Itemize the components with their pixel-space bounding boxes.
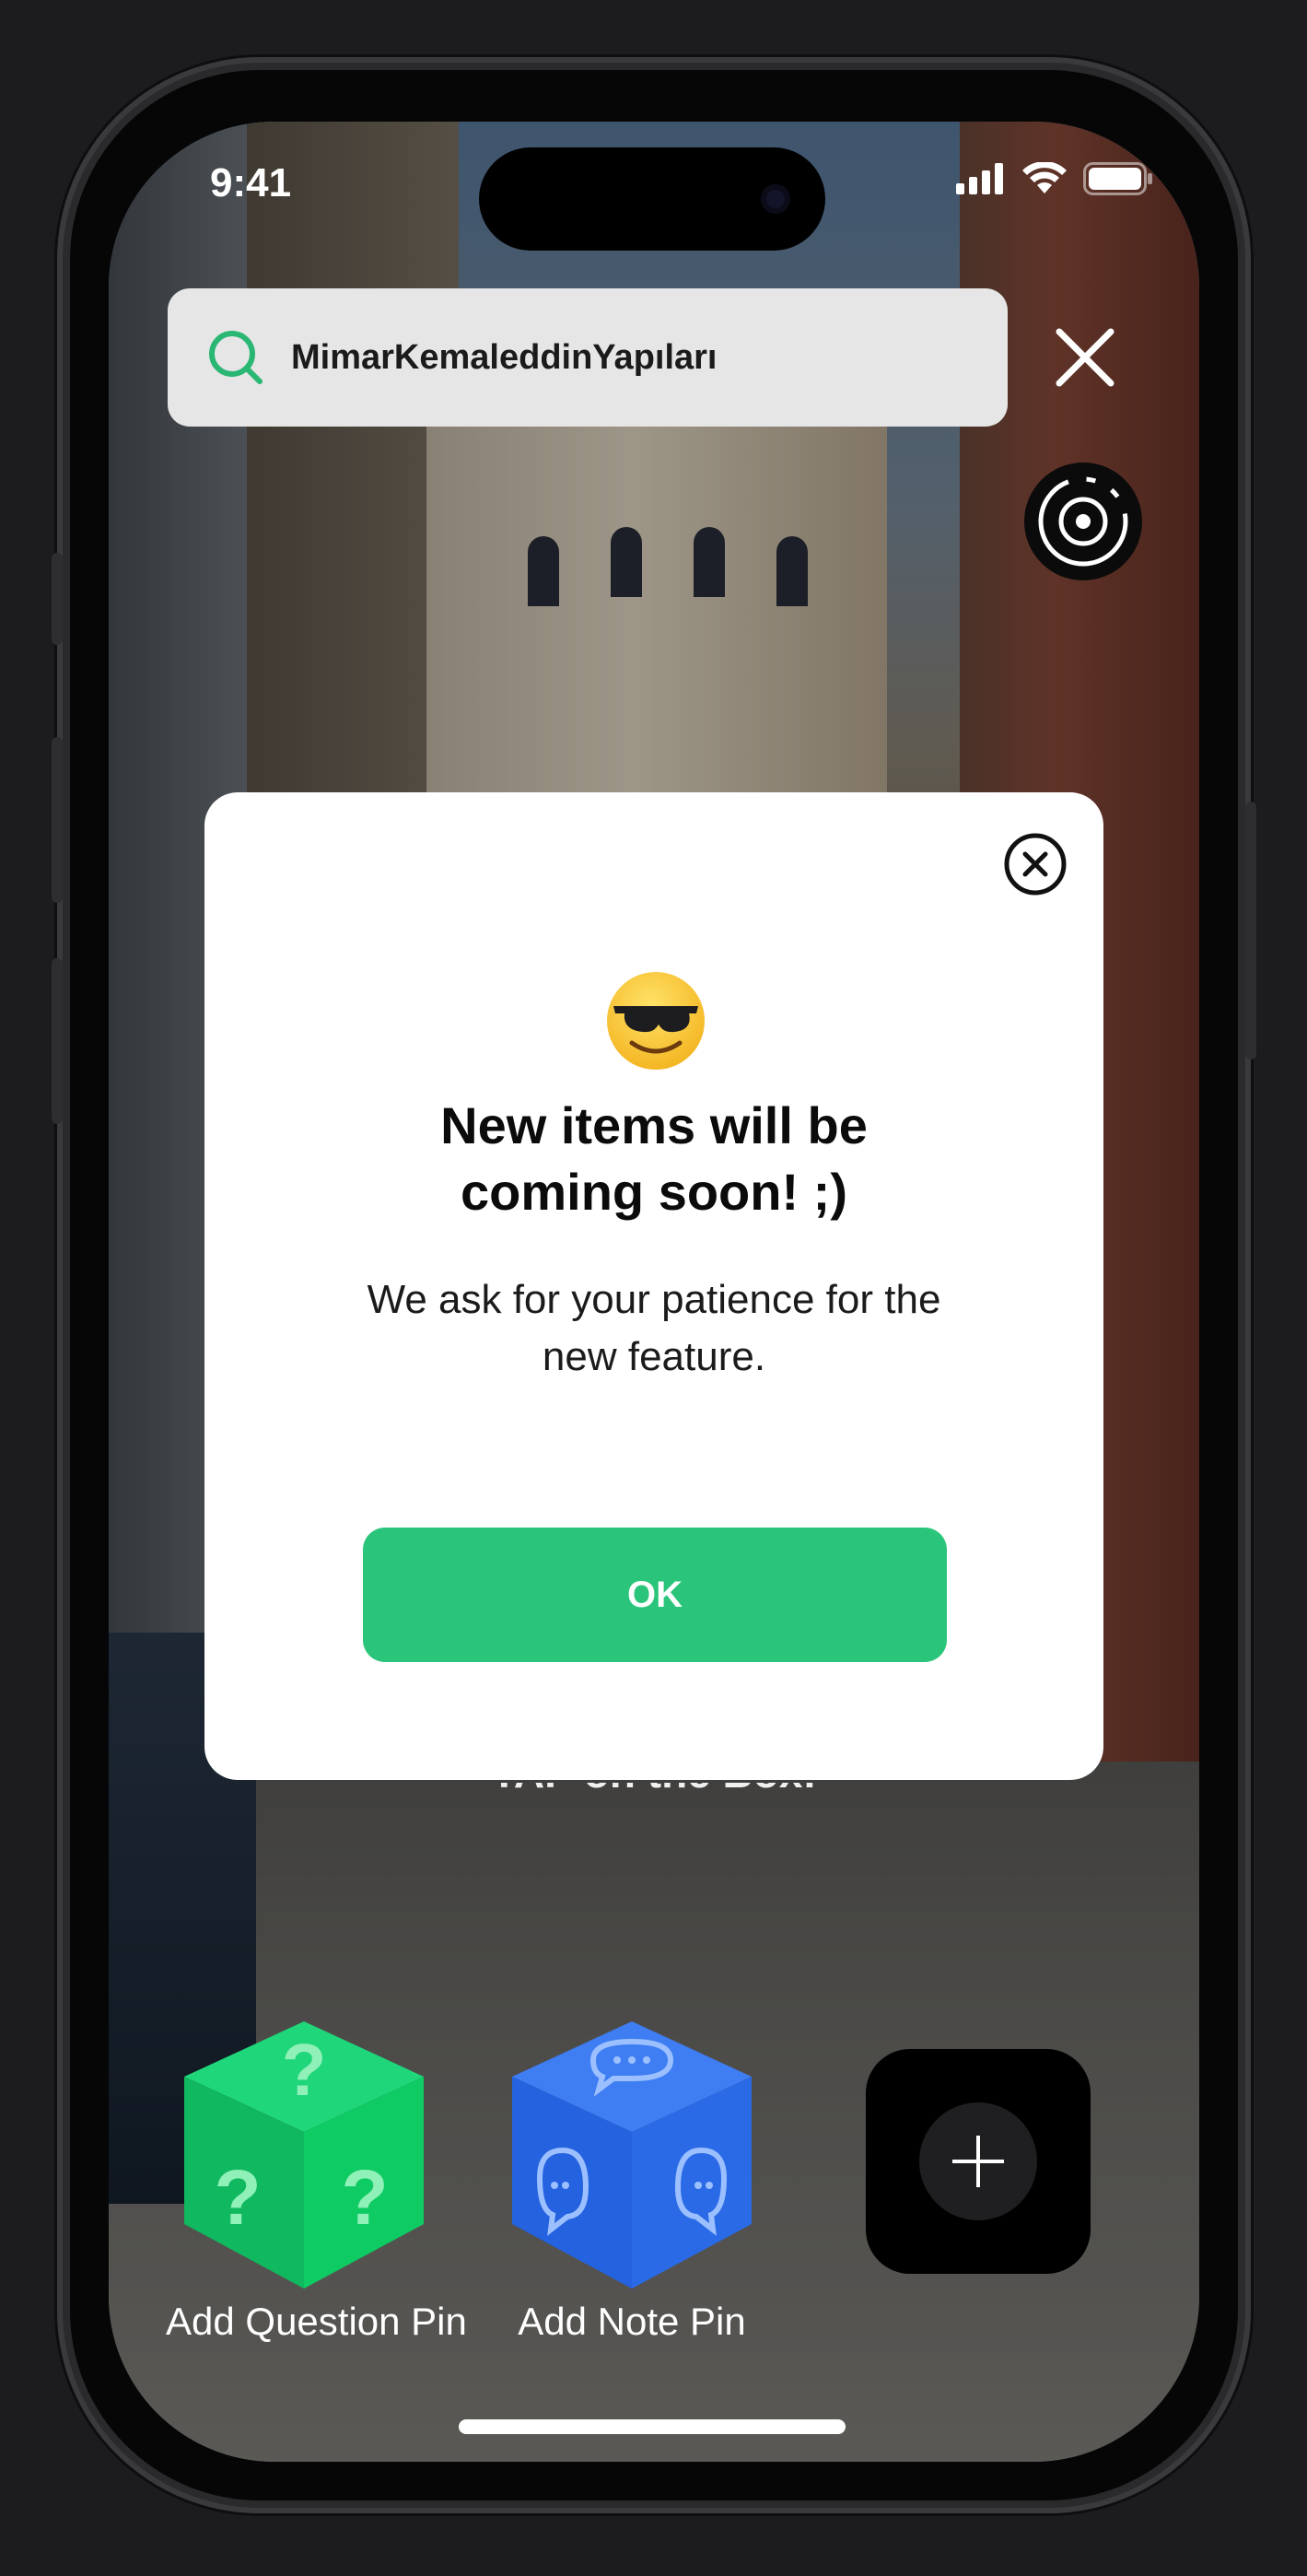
- dialog-message: We ask for your patience for the new fea…: [315, 1271, 993, 1386]
- add-more-button[interactable]: [866, 2049, 1091, 2274]
- close-dialog-icon[interactable]: [1002, 831, 1068, 897]
- status-time: 9:41: [210, 160, 292, 205]
- svg-text:?: ?: [341, 2154, 388, 2241]
- dynamic-island: [479, 147, 825, 251]
- action-button: [52, 553, 63, 645]
- target-icon: [1038, 476, 1128, 567]
- power-button: [1245, 802, 1256, 1060]
- sunglasses-emoji-icon: [607, 972, 705, 1070]
- dialog-message-line-2: new feature.: [542, 1334, 766, 1379]
- dialog-title-line-2: coming soon! ;): [461, 1163, 847, 1221]
- question-cube-icon: ? ? ?: [184, 2021, 424, 2289]
- add-note-pin-label: Add Note Pin: [518, 2300, 746, 2343]
- volume-down-button: [52, 958, 63, 1124]
- coming-soon-dialog: New items will be coming soon! ;) We ask…: [204, 792, 1103, 1780]
- svg-text:?: ?: [282, 2029, 327, 2111]
- ok-button[interactable]: OK: [363, 1528, 947, 1662]
- add-question-pin[interactable]: ? ? ? Add Question Pin: [166, 2012, 467, 2344]
- search-icon: [209, 331, 263, 384]
- wifi-icon: [1022, 162, 1067, 193]
- svg-text:?: ?: [214, 2154, 261, 2241]
- add-circle: [919, 2102, 1037, 2220]
- note-cube-icon: [512, 2021, 752, 2289]
- volume-up-button: [52, 737, 63, 903]
- dialog-message-line-1: We ask for your patience for the: [367, 1277, 941, 1322]
- dialog-title: New items will be coming soon! ;): [204, 1093, 1103, 1225]
- search-bar[interactable]: MimarKemaleddinYapıları: [168, 288, 1008, 427]
- camera-lens: [761, 184, 790, 214]
- battery-icon: [1083, 162, 1152, 195]
- status-icons: [956, 162, 1153, 195]
- dialog-title-line-1: New items will be: [440, 1096, 868, 1154]
- signal-icon: [956, 163, 1003, 194]
- search-query: MimarKemaleddinYapıları: [291, 337, 718, 377]
- screen: 9:41 MimarKemaleddinYapıları New items w…: [109, 122, 1199, 2462]
- recenter-button[interactable]: [1024, 463, 1142, 580]
- plus-icon: [952, 2136, 1004, 2187]
- close-search-icon[interactable]: [1050, 322, 1120, 392]
- add-question-pin-label: Add Question Pin: [166, 2300, 467, 2343]
- add-note-pin[interactable]: Add Note Pin: [494, 2012, 770, 2344]
- home-indicator[interactable]: [459, 2419, 846, 2434]
